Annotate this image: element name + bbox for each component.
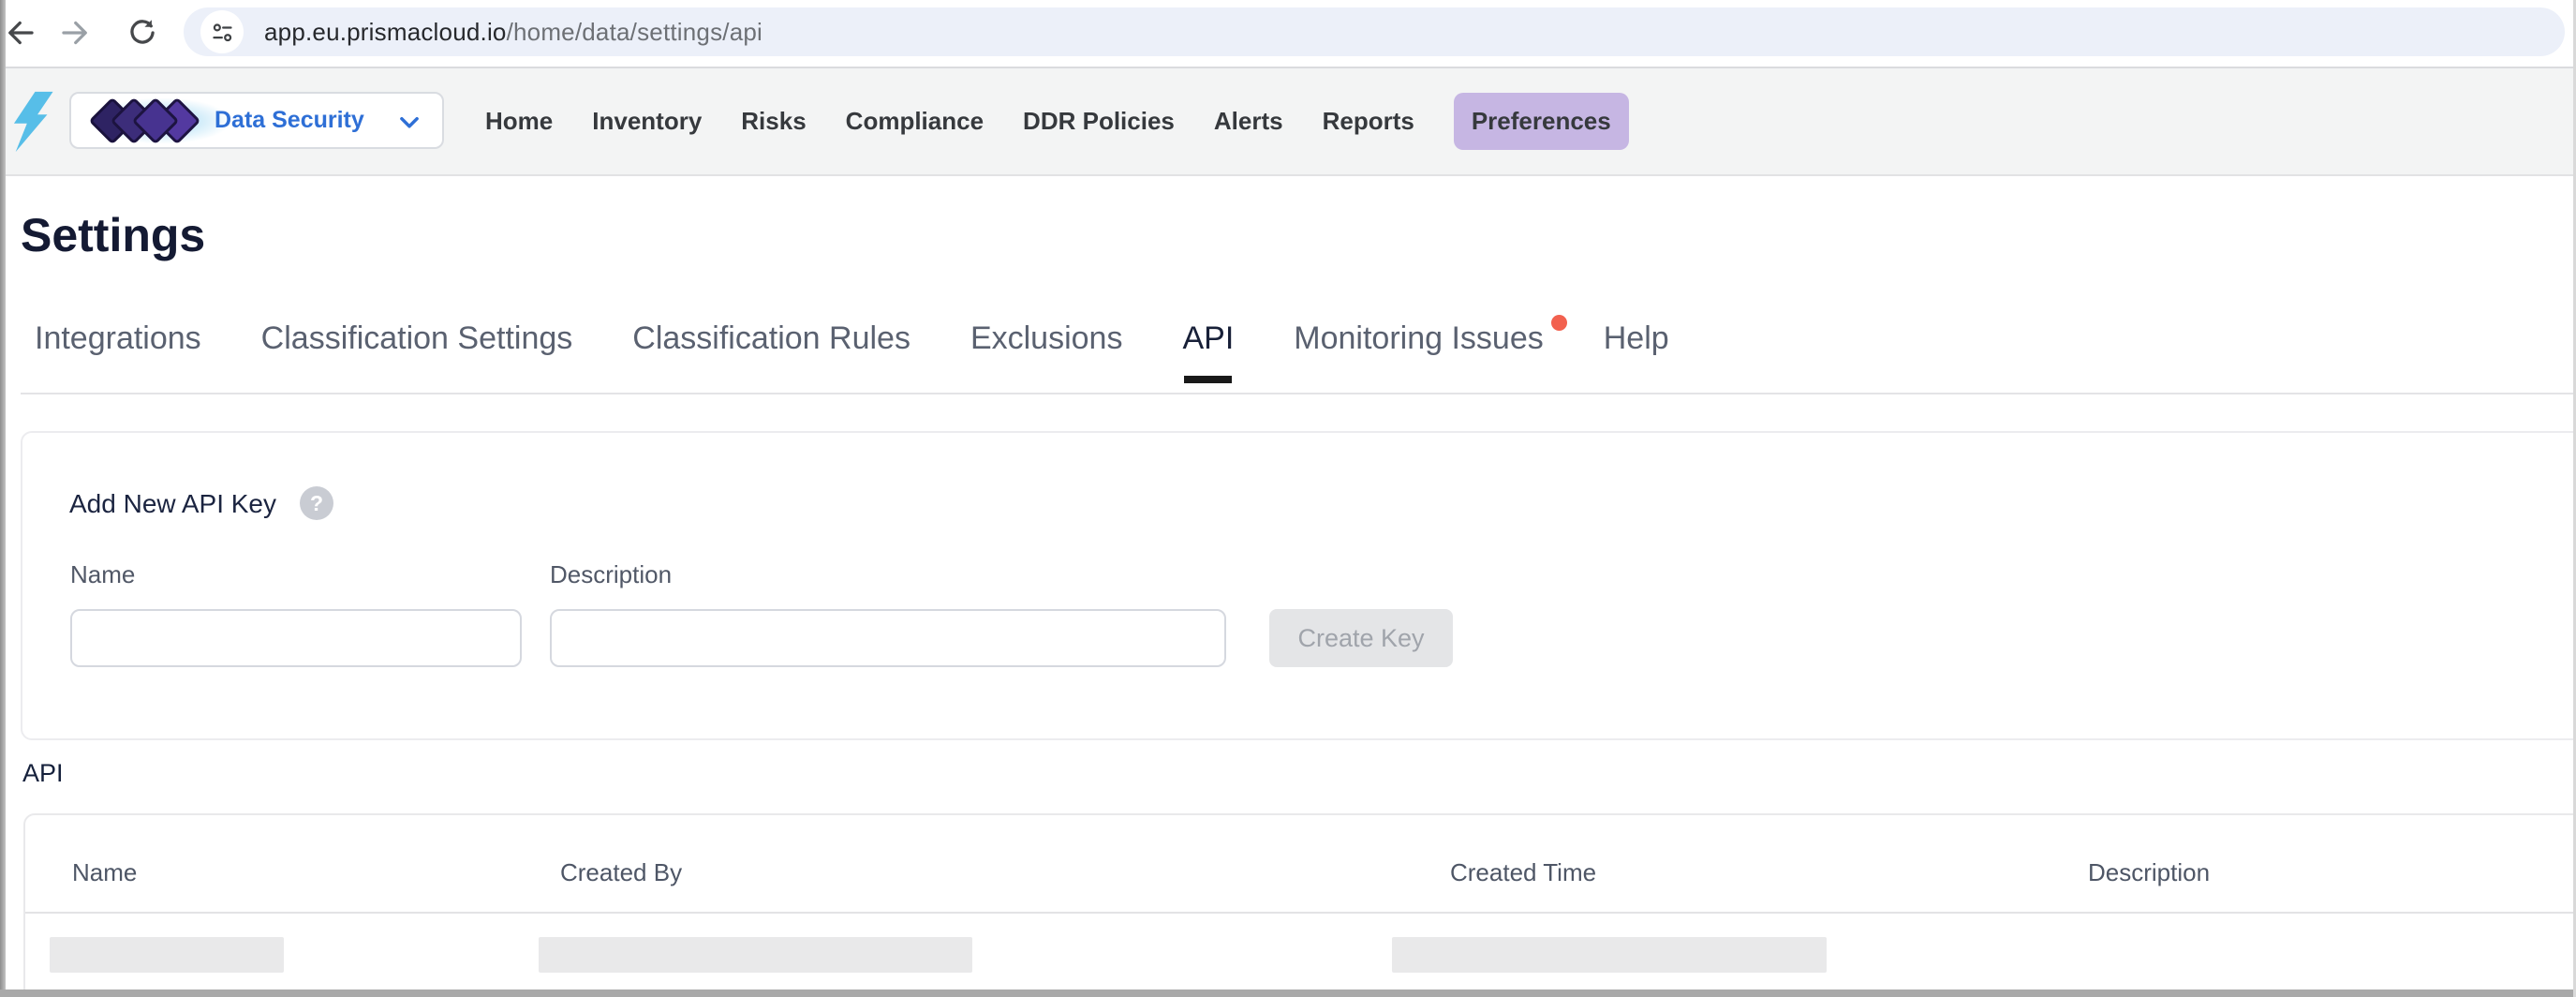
help-icon[interactable]: ?: [300, 486, 333, 520]
name-input[interactable]: [70, 609, 522, 667]
nav-item-risks[interactable]: Risks: [741, 107, 806, 136]
nav-item-ddr-policies[interactable]: DDR Policies: [1023, 107, 1175, 136]
reload-icon[interactable]: [124, 14, 161, 52]
tab-monitoring-issues[interactable]: Monitoring Issues: [1294, 320, 1543, 383]
forward-icon[interactable]: [56, 14, 94, 52]
product-switcher[interactable]: Data Security: [69, 92, 444, 149]
site-settings-icon[interactable]: [200, 10, 244, 53]
redacted-cell-placeholder: [539, 937, 972, 973]
column-header-name: Name: [72, 858, 137, 887]
product-switcher-label: Data Security: [215, 107, 364, 134]
description-input[interactable]: [550, 609, 1226, 667]
tab-api[interactable]: API: [1182, 320, 1234, 383]
browser-window: app.eu.prismacloud.io/home/data/settings…: [0, 0, 2576, 997]
nav-item-reports[interactable]: Reports: [1323, 107, 1414, 136]
column-header-created-time: Created Time: [1450, 858, 1596, 887]
nav-item-alerts[interactable]: Alerts: [1214, 107, 1283, 136]
description-field-label: Description: [550, 560, 672, 589]
nav-item-home[interactable]: Home: [485, 107, 553, 136]
page-title: Settings: [21, 208, 205, 262]
tab-classification-rules[interactable]: Classification Rules: [632, 320, 910, 383]
table-header-row: Name Created By Created Time Description: [25, 815, 2576, 914]
redacted-cell-placeholder: [1392, 937, 1827, 973]
alert-dot: [1551, 315, 1567, 331]
tab-integrations[interactable]: Integrations: [35, 320, 201, 383]
column-header-created-by: Created By: [560, 858, 682, 887]
tab-monitoring-issues-label: Monitoring Issues: [1294, 320, 1543, 356]
prisma-cloud-logo: [7, 85, 56, 158]
name-field-label: Name: [70, 560, 135, 589]
add-api-key-card: Add New API Key ? Name Description Creat…: [21, 431, 2576, 740]
top-nav: Home Inventory Risks Compliance DDR Poli…: [485, 68, 1629, 174]
api-keys-table: Name Created By Created Time Description: [23, 813, 2576, 997]
tab-classification-settings[interactable]: Classification Settings: [261, 320, 573, 383]
browser-toolbar: app.eu.prismacloud.io/home/data/settings…: [0, 0, 2576, 68]
chevron-down-icon: [397, 111, 422, 135]
window-bottom-edge: [0, 990, 2576, 997]
back-icon[interactable]: [2, 14, 39, 52]
api-section-title: API: [22, 759, 64, 788]
url-text: app.eu.prismacloud.io/home/data/settings…: [264, 7, 762, 56]
nav-item-inventory[interactable]: Inventory: [592, 107, 702, 136]
four-diamonds-icon: [96, 104, 194, 138]
app-header: Data Security Home Inventory Risks Compl…: [0, 68, 2576, 176]
tab-exclusions[interactable]: Exclusions: [970, 320, 1123, 383]
url-domain: app.eu.prismacloud.io: [264, 18, 507, 47]
column-header-description: Description: [2088, 858, 2210, 887]
nav-item-compliance[interactable]: Compliance: [846, 107, 984, 136]
url-path: /home/data/settings/api: [507, 18, 762, 47]
tab-help[interactable]: Help: [1604, 320, 1669, 383]
redacted-cell-placeholder: [50, 937, 284, 973]
tabs-divider: [21, 393, 2576, 394]
address-bar[interactable]: app.eu.prismacloud.io/home/data/settings…: [184, 7, 2565, 56]
settings-tabs: Integrations Classification Settings Cla…: [35, 320, 1669, 383]
table-row[interactable]: [25, 914, 2576, 997]
create-key-button[interactable]: Create Key: [1269, 609, 1453, 667]
nav-item-preferences[interactable]: Preferences: [1454, 93, 1629, 150]
window-left-edge: [0, 0, 6, 997]
add-api-key-title: Add New API Key: [69, 489, 276, 519]
